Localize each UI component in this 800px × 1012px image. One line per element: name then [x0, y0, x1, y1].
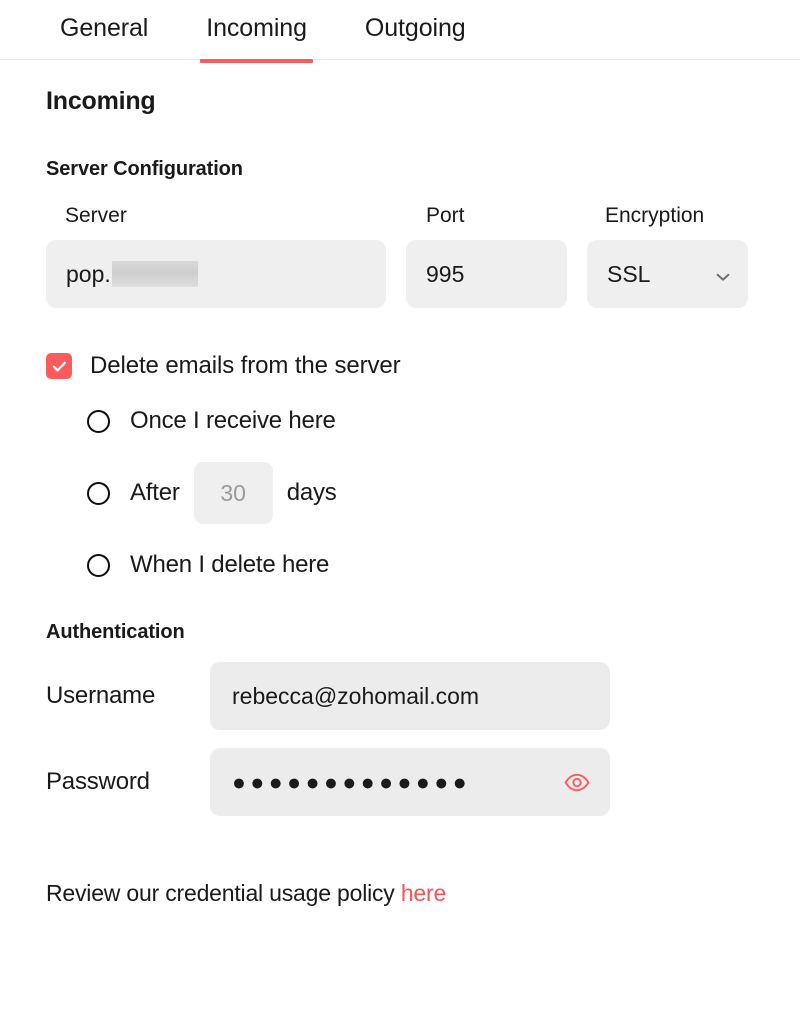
port-field-group: Port 995 [406, 204, 567, 308]
radio-row-once-receive[interactable]: Once I receive here [46, 407, 754, 435]
server-input[interactable]: pop. [46, 240, 386, 308]
password-masked-value: ●●●●●●●●●●●●● [232, 768, 472, 795]
port-label: Port [426, 204, 465, 227]
redaction-block [111, 261, 198, 287]
tab-incoming[interactable]: Incoming [200, 0, 313, 63]
radio-when-delete[interactable] [87, 553, 110, 577]
settings-tab-bar: General Incoming Outgoing [0, 0, 800, 63]
port-input[interactable]: 995 [406, 240, 567, 308]
credential-policy-text: Review our credential usage policy [46, 880, 395, 906]
delete-emails-row[interactable]: Delete emails from the server [46, 352, 754, 380]
authentication-heading: Authentication [46, 621, 185, 643]
check-icon [52, 361, 66, 372]
password-label: Password [46, 768, 150, 795]
radio-after-days-label: After [130, 479, 180, 506]
days-unit-label: days [286, 479, 337, 506]
days-input[interactable]: 30 [193, 462, 273, 524]
encryption-select[interactable]: SSL [587, 240, 748, 308]
radio-when-delete-label: When I delete here [130, 551, 330, 578]
radio-after-days[interactable] [87, 481, 110, 505]
encryption-selected-value: SSL [607, 260, 651, 287]
encryption-label: Encryption [605, 204, 705, 227]
password-input[interactable]: ●●●●●●●●●●●●● [210, 748, 610, 816]
username-input[interactable]: rebecca@zohomail.com [210, 662, 610, 730]
server-configuration-heading: Server Configuration [46, 158, 243, 180]
server-field-group: Server pop. [46, 204, 386, 308]
username-row: Username rebecca@zohomail.com [46, 662, 754, 730]
eye-icon[interactable] [564, 769, 590, 795]
radio-row-after-days[interactable]: After 30 days [46, 462, 754, 524]
credential-policy-note: Review our credential usage policy here [46, 880, 754, 907]
radio-once-receive[interactable] [87, 409, 110, 433]
page-title: Incoming [46, 87, 156, 115]
username-input-value: rebecca@zohomail.com [232, 682, 480, 709]
password-row: Password ●●●●●●●●●●●●● [46, 748, 754, 816]
credential-policy-link[interactable]: here [401, 880, 446, 906]
delete-emails-checkbox[interactable] [46, 353, 72, 379]
username-label: Username [46, 682, 156, 709]
radio-once-receive-label: Once I receive here [130, 407, 336, 434]
incoming-settings-panel: Incoming Server Configuration Server pop… [0, 87, 800, 907]
chevron-down-icon [714, 265, 732, 283]
encryption-field-group: Encryption SSL [587, 204, 748, 308]
radio-row-when-delete[interactable]: When I delete here [46, 551, 754, 579]
server-input-value: pop. [66, 260, 111, 287]
delete-emails-label: Delete emails from the server [90, 352, 401, 379]
tab-general[interactable]: General [60, 0, 148, 63]
server-label: Server [65, 204, 127, 227]
tab-outgoing[interactable]: Outgoing [365, 0, 466, 63]
port-input-value: 995 [426, 260, 465, 287]
server-configuration-row: Server pop. Port 995 Encryption SSL [46, 204, 754, 308]
